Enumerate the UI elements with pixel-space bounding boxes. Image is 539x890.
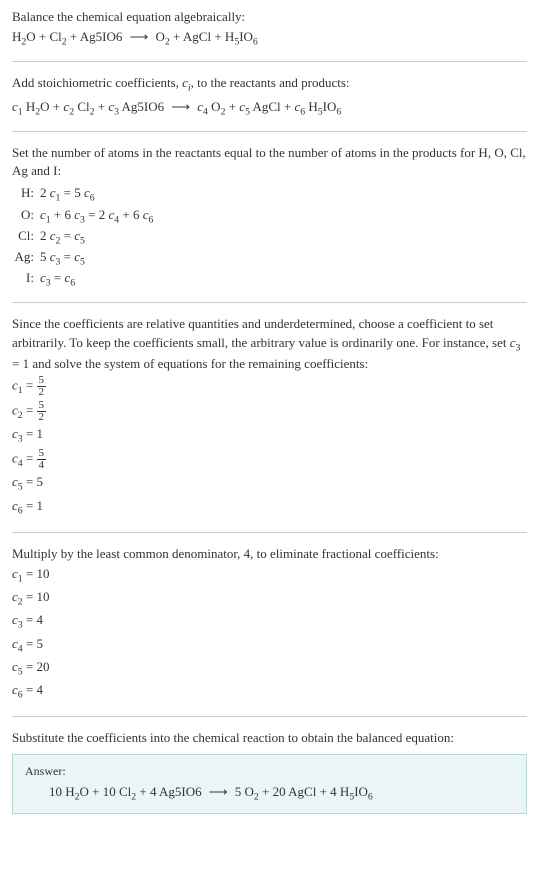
- unbalanced-equation: H2O + Cl2 + Ag5IO6 ⟶ O2 + AgCl + H5IO6: [12, 28, 527, 49]
- substitute-title: Substitute the coefficients into the che…: [12, 729, 527, 747]
- c2-solve: c2 = 52: [12, 400, 527, 423]
- c1-final: c1 = 10: [12, 565, 527, 586]
- intro-title: Balance the chemical equation algebraica…: [12, 8, 527, 26]
- coeff-equation: c1 H2O + c2 Cl2 + c3 Ag5IO6 ⟶ c4 O2 + c5…: [12, 98, 527, 119]
- section-balance-intro: Balance the chemical equation algebraica…: [12, 8, 527, 62]
- c4-solve: c4 = 54: [12, 448, 527, 471]
- c4-final: c4 = 5: [12, 635, 527, 656]
- c6-solve: c6 = 1: [12, 497, 527, 518]
- section-multiply: Multiply by the least common denominator…: [12, 545, 527, 718]
- c6-final: c6 = 4: [12, 681, 527, 702]
- solve-title: Since the coefficients are relative quan…: [12, 315, 527, 373]
- answer-label: Answer:: [25, 763, 514, 780]
- balanced-equation: 10 H2O + 10 Cl2 + 4 Ag5IO6 ⟶ 5 O2 + 20 A…: [25, 783, 514, 804]
- c5-solve: c5 = 5: [12, 473, 527, 494]
- multiply-title: Multiply by the least common denominator…: [12, 545, 527, 563]
- atom-row-i: I: c3 = c6: [12, 269, 527, 290]
- section-atom-equations: Set the number of atoms in the reactants…: [12, 144, 527, 304]
- c3-solve: c3 = 1: [12, 425, 527, 446]
- c1-solve: c1 = 52: [12, 375, 527, 398]
- atom-row-ag: Ag: 5 c3 = c5: [12, 248, 527, 269]
- arrow-icon: ⟶: [171, 98, 190, 116]
- c2-final: c2 = 10: [12, 588, 527, 609]
- atom-table: H: 2 c1 = 5 c6 O: c1 + 6 c3 = 2 c4 + 6 c…: [12, 184, 527, 290]
- c5-final: c5 = 20: [12, 658, 527, 679]
- atom-row-cl: Cl: 2 c2 = c5: [12, 227, 527, 248]
- atom-eq-title: Set the number of atoms in the reactants…: [12, 144, 527, 180]
- section-solve: Since the coefficients are relative quan…: [12, 315, 527, 532]
- arrow-icon: ⟶: [209, 783, 228, 801]
- arrow-icon: ⟶: [130, 28, 149, 46]
- section-add-coefficients: Add stoichiometric coefficients, ci, to …: [12, 74, 527, 131]
- answer-box: Answer: 10 H2O + 10 Cl2 + 4 Ag5IO6 ⟶ 5 O…: [12, 754, 527, 814]
- add-coeff-title: Add stoichiometric coefficients, ci, to …: [12, 74, 527, 95]
- c3-final: c3 = 4: [12, 611, 527, 632]
- section-answer: Substitute the coefficients into the che…: [12, 729, 527, 813]
- atom-row-o: O: c1 + 6 c3 = 2 c4 + 6 c6: [12, 206, 527, 227]
- atom-row-h: H: 2 c1 = 5 c6: [12, 184, 527, 205]
